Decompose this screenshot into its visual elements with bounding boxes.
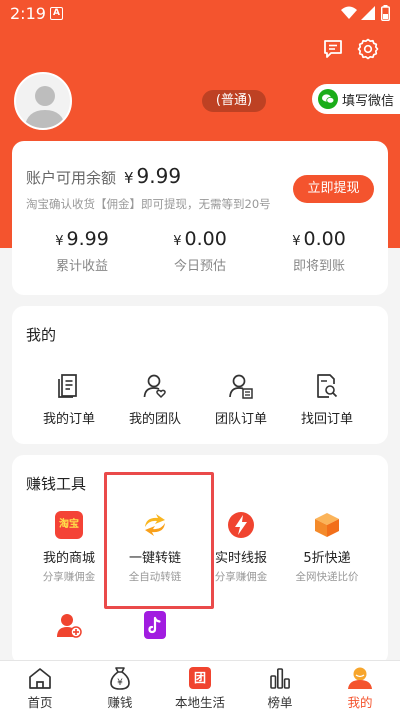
stat-pending-arrival[interactable]: ¥0.00 即将到账 — [259, 228, 379, 274]
wifi-icon — [341, 6, 357, 19]
order-list-icon — [58, 374, 77, 398]
avatar[interactable] — [14, 72, 72, 130]
tool-invite[interactable] — [22, 609, 116, 641]
local-life-icon: 团 — [189, 667, 211, 689]
tool-one-click-convert[interactable]: 一键转链 全自动转链 — [108, 509, 202, 584]
wechat-icon — [318, 89, 338, 109]
lightning-icon — [228, 512, 254, 538]
wechat-button-label: 填写微信 — [342, 93, 395, 109]
money-tools-card: 赚钱工具 淘宝 我的商城 分享赚佣金 一键转链 全自动转链 实时线报 分享赚佣金… — [12, 455, 388, 665]
package-icon — [315, 513, 339, 537]
gear-icon[interactable] — [357, 38, 379, 60]
taobao-icon: 淘宝 — [55, 511, 83, 539]
notification-a-icon: A — [50, 7, 63, 20]
svg-text:¥: ¥ — [117, 678, 123, 688]
team-orders-item[interactable]: 团队订单 — [194, 370, 288, 427]
balance-card: 账户可用余额 ¥9.99 淘宝确认收货【佣金】即可提现，无需等到20号 立即提现… — [12, 141, 388, 295]
tool-realtime-deals[interactable]: 实时线报 分享赚佣金 — [194, 509, 288, 584]
invite-user-icon — [57, 614, 82, 638]
tool-douyin[interactable] — [108, 609, 202, 641]
money-tools-title: 赚钱工具 — [26, 475, 87, 493]
nav-ranking[interactable]: 榜单 — [240, 661, 320, 712]
stat-total-earnings[interactable]: ¥9.99 累计收益 — [22, 228, 142, 274]
money-bag-icon: ¥ — [110, 667, 130, 690]
nav-mine[interactable]: 我的 — [320, 661, 400, 712]
member-level-badge: (普通) — [202, 90, 266, 112]
battery-icon — [381, 5, 390, 21]
signal-icon — [361, 6, 375, 20]
ranking-icon — [270, 668, 290, 689]
profile-icon — [348, 667, 372, 689]
nav-earn[interactable]: ¥ 赚钱 — [80, 661, 160, 712]
recover-orders-item[interactable]: 找回订单 — [280, 370, 374, 427]
team-icon — [143, 374, 166, 398]
bottom-nav: 首页 ¥ 赚钱 团 本地生活 榜单 我的 — [0, 660, 400, 712]
balance-title: 账户可用余额 — [26, 169, 117, 187]
home-icon — [29, 668, 51, 689]
withdraw-button[interactable]: 立即提现 — [293, 175, 374, 203]
find-order-icon — [317, 374, 338, 398]
balance-amount: ¥9.99 — [124, 164, 182, 188]
status-bar: 2:19 A — [0, 0, 400, 28]
stat-today-estimate[interactable]: ¥0.00 今日预估 — [140, 228, 260, 274]
tool-half-price-express[interactable]: 5折快递 全网快递比价 — [280, 509, 374, 584]
balance-note: 淘宝确认收货【佣金】即可提现，无需等到20号 — [26, 197, 271, 211]
team-order-icon — [229, 374, 253, 399]
my-team-item[interactable]: 我的团队 — [108, 370, 202, 427]
my-section-card: 我的 我的订单 我的团队 团队订单 找回订单 — [12, 306, 388, 444]
status-time: 2:19 — [10, 4, 46, 23]
message-icon[interactable] — [322, 38, 344, 60]
nav-local-life[interactable]: 团 本地生活 — [160, 661, 240, 712]
fill-wechat-button[interactable]: 填写微信 — [312, 84, 400, 114]
my-orders-item[interactable]: 我的订单 — [22, 370, 116, 427]
douyin-icon — [144, 611, 166, 639]
tool-my-mall[interactable]: 淘宝 我的商城 分享赚佣金 — [22, 509, 116, 584]
nav-home[interactable]: 首页 — [0, 661, 80, 712]
my-section-title: 我的 — [26, 326, 57, 344]
convert-link-icon — [145, 514, 165, 536]
